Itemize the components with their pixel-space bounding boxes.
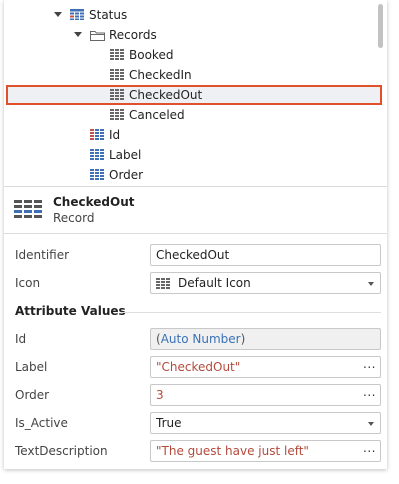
- expression-editor-button[interactable]: ...: [363, 354, 376, 374]
- id-label: Id: [15, 332, 27, 346]
- id-paren-close: ): [240, 332, 246, 346]
- entity-tree: Status Records Booked CheckedIn CheckedO…: [4, 0, 387, 186]
- is-active-select[interactable]: True: [150, 412, 381, 434]
- record-grid-icon: [110, 69, 124, 80]
- textdescription-label: TextDescription: [15, 444, 108, 458]
- record-large-icon: [14, 200, 42, 218]
- tree-node-order[interactable]: Order: [4, 165, 374, 185]
- tree-node-booked[interactable]: Booked: [4, 45, 374, 65]
- properties-panel: Status Records Booked CheckedIn CheckedO…: [4, 0, 387, 469]
- panel-divider: [4, 186, 387, 187]
- label-label: Label: [15, 360, 48, 374]
- label-value: "CheckedOut": [156, 360, 241, 374]
- section-divider: [121, 312, 381, 313]
- element-type: Record: [53, 211, 95, 225]
- tree-node-label: Records: [109, 28, 157, 42]
- identifier-label: Identifier: [15, 248, 70, 262]
- dropdown-arrow-icon[interactable]: [368, 282, 374, 286]
- tree-node-label-attribute[interactable]: Label: [4, 145, 374, 165]
- tree-node-canceled[interactable]: Canceled: [4, 105, 374, 125]
- tree-node-checkedin[interactable]: CheckedIn: [4, 65, 374, 85]
- is-active-value: True: [156, 416, 182, 430]
- icon-label: Icon: [15, 276, 41, 290]
- element-title: CheckedOut: [53, 195, 135, 209]
- record-grid-icon: [110, 49, 124, 60]
- chevron-down-icon[interactable]: [74, 32, 82, 37]
- is-active-label: Is_Active: [15, 416, 68, 430]
- tree-node-label: CheckedIn: [129, 68, 192, 82]
- tree-node-label: Id: [109, 128, 121, 142]
- tree-scrollbar[interactable]: [377, 0, 385, 186]
- attribute-grid-icon: [90, 169, 104, 180]
- tree-node-label: Status: [89, 8, 128, 22]
- tree-node-label: Label: [109, 148, 142, 162]
- dropdown-arrow-icon[interactable]: [368, 422, 374, 426]
- tree-node-checkedout[interactable]: CheckedOut: [4, 85, 374, 105]
- identifier-attribute-icon: [90, 129, 104, 140]
- header-divider: [4, 233, 387, 234]
- folder-icon: [90, 31, 105, 41]
- attribute-grid-icon: [90, 149, 104, 160]
- identifier-value: CheckedOut: [156, 248, 230, 262]
- icon-select[interactable]: Default Icon: [150, 272, 381, 294]
- attribute-values-heading: Attribute Values: [15, 304, 126, 318]
- order-label: Order: [15, 388, 50, 402]
- order-field[interactable]: 3 ...: [150, 384, 381, 406]
- record-grid-icon: [110, 109, 124, 120]
- default-icon-icon: [156, 278, 170, 289]
- record-grid-icon: [110, 89, 124, 100]
- chevron-down-icon[interactable]: [54, 12, 62, 17]
- tree-node-records[interactable]: Records: [4, 25, 374, 45]
- tree-node-id[interactable]: Id: [4, 125, 374, 145]
- expression-editor-button[interactable]: ...: [363, 382, 376, 402]
- id-field: (Auto Number): [150, 328, 381, 350]
- label-field[interactable]: "CheckedOut" ...: [150, 356, 381, 378]
- icon-value: Default Icon: [178, 276, 251, 290]
- textdescription-field[interactable]: "The guest have just left" ...: [150, 440, 381, 462]
- entity-grid-icon: [70, 9, 84, 20]
- identifier-field[interactable]: CheckedOut: [150, 244, 381, 266]
- expression-editor-button[interactable]: ...: [363, 438, 376, 458]
- textdescription-value: "The guest have just left": [156, 444, 309, 458]
- tree-node-label: Order: [109, 168, 144, 182]
- tree-node-status[interactable]: Status: [4, 5, 374, 25]
- tree-node-label: Booked: [129, 48, 174, 62]
- id-value: Auto Number: [160, 332, 241, 346]
- tree-node-label: Canceled: [129, 108, 185, 122]
- order-value: 3: [156, 388, 164, 402]
- tree-node-label: CheckedOut: [129, 88, 203, 102]
- scrollbar-thumb[interactable]: [378, 4, 383, 48]
